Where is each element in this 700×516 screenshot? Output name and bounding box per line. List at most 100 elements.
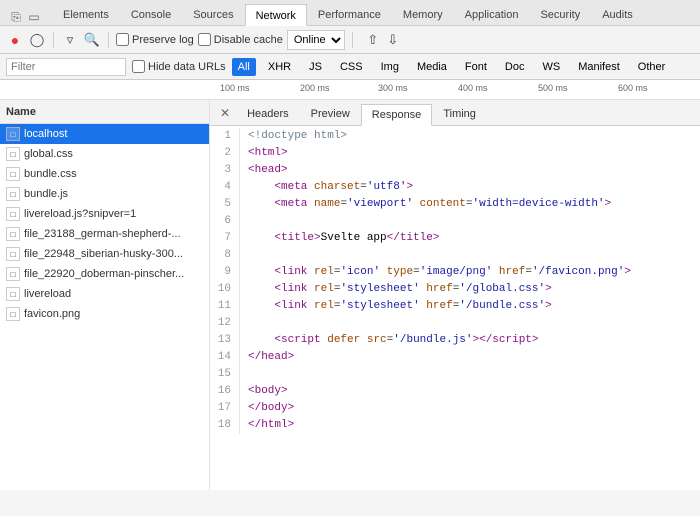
line-content-5: <meta name='viewport' content='width=dev… [248,196,700,213]
line-num-13: 13 [210,332,240,349]
name-column-label: Name [6,106,36,118]
code-line-2: 2 <html> [210,145,700,162]
file-name-global-css: global.css [24,148,73,160]
file-list-header: Name [0,100,209,124]
line-content-8 [248,247,700,264]
response-code-area[interactable]: 1 <!doctype html> 2 <html> 3 <head> 4 <m… [210,126,700,490]
separator-2 [108,32,109,48]
code-line-12: 12 [210,315,700,332]
file-name-livereload-js: livereload.js?snipver=1 [24,208,136,220]
hide-data-urls-checkbox[interactable] [132,60,145,73]
filter-media-btn[interactable]: Media [411,58,453,76]
file-item-bundle-css[interactable]: □ bundle.css [0,164,209,184]
line-content-6 [248,213,700,230]
code-line-5: 5 <meta name='viewport' content='width=d… [210,196,700,213]
code-line-16: 16 <body> [210,383,700,400]
file-item-doberman[interactable]: □ file_22920_doberman-pinscher... [0,264,209,284]
tab-network[interactable]: Network [245,4,307,26]
record-button[interactable]: ● [6,31,24,49]
tick-100ms: 100 ms [220,83,250,93]
import-button[interactable]: ⇧ [364,31,382,49]
filter-other-btn[interactable]: Other [632,58,672,76]
file-item-german-shepherd[interactable]: □ file_23188_german-shepherd-... [0,224,209,244]
filter-button[interactable]: ▿ [61,31,79,49]
file-icon-bundle-css: □ [6,167,20,181]
line-num-18: 18 [210,417,240,434]
close-panel-button[interactable]: ✕ [214,103,236,125]
file-name-localhost: localhost [24,128,67,140]
line-content-2: <html> [248,145,700,162]
filter-css-btn[interactable]: CSS [334,58,369,76]
preserve-log-group[interactable]: Preserve log [116,33,194,46]
file-icon-german-shepherd: □ [6,227,20,241]
tab-application[interactable]: Application [454,3,530,25]
line-content-18: </html> [248,417,700,434]
filter-font-btn[interactable]: Font [459,58,493,76]
line-content-12 [248,315,700,332]
inspect-icon[interactable]: ⎘ [8,9,24,25]
line-num-11: 11 [210,298,240,315]
preserve-log-checkbox[interactable] [116,33,129,46]
line-num-14: 14 [210,349,240,366]
tab-preview[interactable]: Preview [300,103,361,125]
tab-console[interactable]: Console [120,3,182,25]
tab-audits[interactable]: Audits [591,3,644,25]
code-line-8: 8 [210,247,700,264]
line-num-3: 3 [210,162,240,179]
filter-js-btn[interactable]: JS [303,58,328,76]
disable-cache-checkbox[interactable] [198,33,211,46]
file-icon-favicon: □ [6,307,20,321]
line-content-10: <link rel='stylesheet' href='/global.css… [248,281,700,298]
inner-tab-bar: ✕ Headers Preview Response Timing [210,100,700,126]
filter-all-btn[interactable]: All [232,58,256,76]
file-icon-localhost: □ [6,127,20,141]
code-line-13: 13 <script defer src='/bundle.js'></scri… [210,332,700,349]
search-button[interactable]: 🔍 [83,31,101,49]
tab-memory[interactable]: Memory [392,3,454,25]
line-content-15 [248,366,700,383]
filter-xhr-btn[interactable]: XHR [262,58,297,76]
file-item-localhost[interactable]: □ localhost [0,124,209,144]
throttle-select[interactable]: Online [287,30,345,50]
filter-img-btn[interactable]: Img [375,58,405,76]
export-button[interactable]: ⇩ [384,31,402,49]
line-num-5: 5 [210,196,240,213]
filter-manifest-btn[interactable]: Manifest [572,58,626,76]
filter-ws-btn[interactable]: WS [536,58,566,76]
line-content-17: </body> [248,400,700,417]
line-num-15: 15 [210,366,240,383]
file-name-siberian-husky: file_22948_siberian-husky-300... [24,248,183,260]
code-line-11: 11 <link rel='stylesheet' href='/bundle.… [210,298,700,315]
line-num-6: 6 [210,213,240,230]
tab-headers[interactable]: Headers [236,103,300,125]
file-item-livereload-js[interactable]: □ livereload.js?snipver=1 [0,204,209,224]
tick-200ms: 200 ms [300,83,330,93]
tab-elements[interactable]: Elements [52,3,120,25]
tab-timing[interactable]: Timing [432,103,487,125]
filter-input[interactable] [6,58,126,76]
file-item-siberian-husky[interactable]: □ file_22948_siberian-husky-300... [0,244,209,264]
separator-3 [352,32,353,48]
line-num-16: 16 [210,383,240,400]
disable-cache-label: Disable cache [214,34,283,46]
devtools-tab-bar: ⎘ ▭ Elements Console Sources Network Per… [0,0,700,26]
line-num-10: 10 [210,281,240,298]
file-item-global-css[interactable]: □ global.css [0,144,209,164]
tab-sources[interactable]: Sources [182,3,244,25]
timeline-ruler: 100 ms 200 ms 300 ms 400 ms 500 ms 600 m… [210,80,700,99]
clear-button[interactable]: ◯ [28,31,46,49]
line-content-4: <meta charset='utf8'> [248,179,700,196]
file-item-favicon[interactable]: □ favicon.png [0,304,209,324]
file-item-livereload[interactable]: □ livereload [0,284,209,304]
tab-response[interactable]: Response [361,104,433,126]
filter-doc-btn[interactable]: Doc [499,58,531,76]
tab-performance[interactable]: Performance [307,3,392,25]
file-item-bundle-js[interactable]: □ bundle.js [0,184,209,204]
tab-security[interactable]: Security [529,3,591,25]
line-content-9: <link rel='icon' type='image/png' href='… [248,264,700,281]
tick-400ms: 400 ms [458,83,488,93]
device-icon[interactable]: ▭ [26,9,42,25]
line-content-3: <head> [248,162,700,179]
hide-data-urls-group[interactable]: Hide data URLs [132,60,226,73]
disable-cache-group[interactable]: Disable cache [198,33,283,46]
